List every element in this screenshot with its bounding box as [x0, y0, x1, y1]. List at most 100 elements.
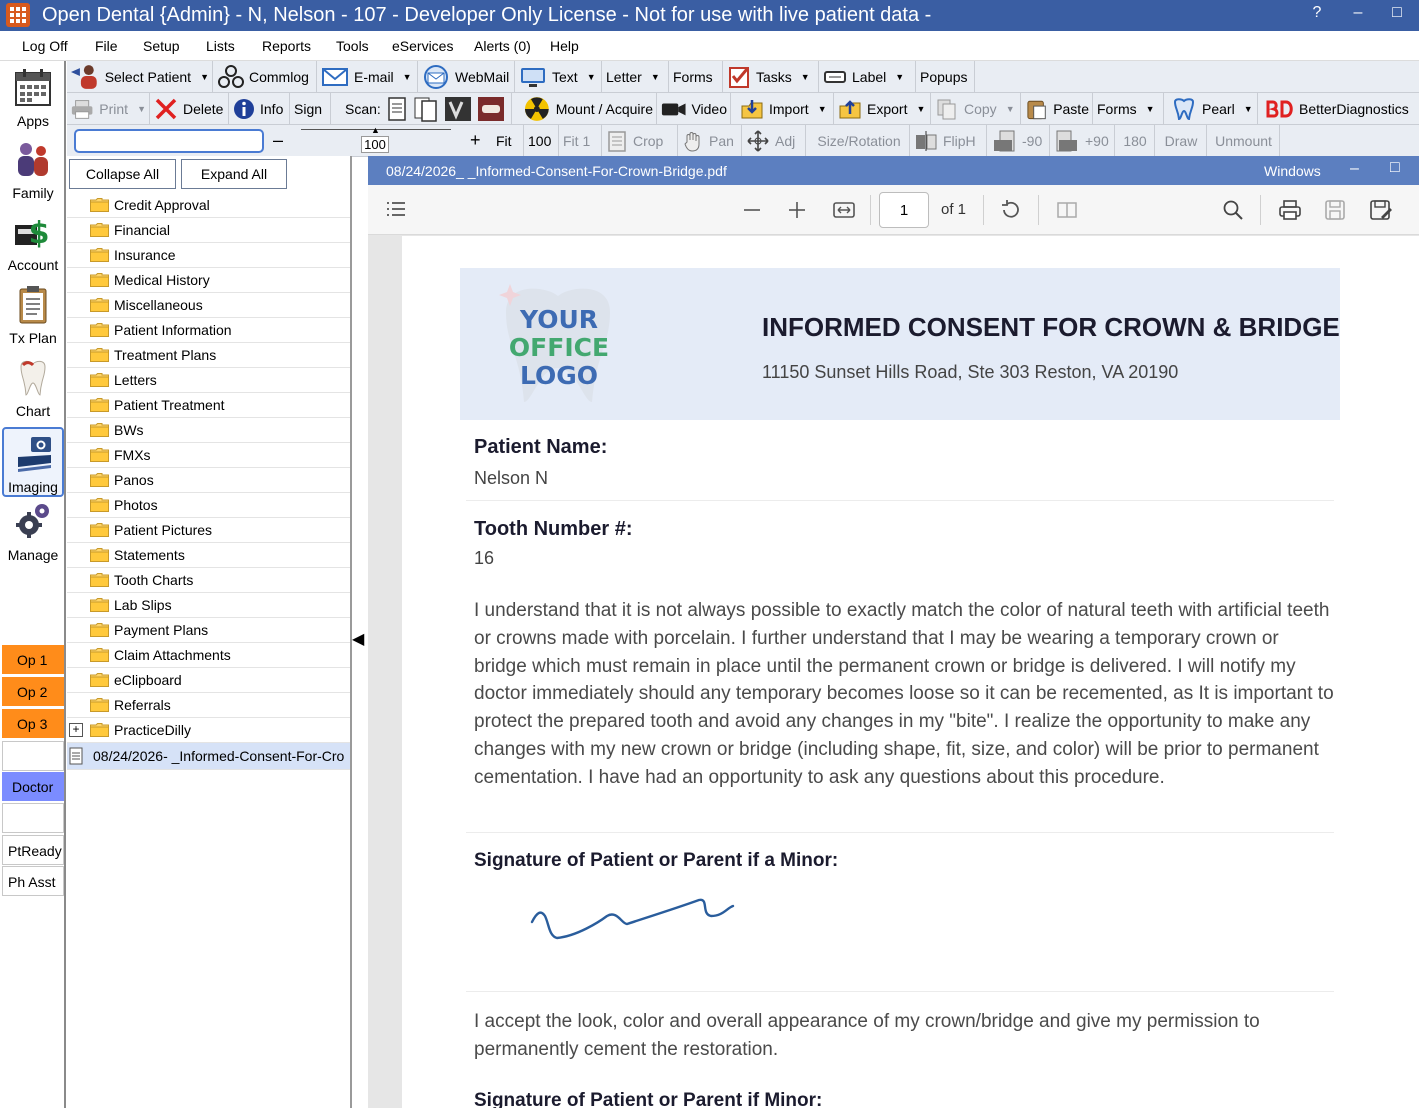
- mount-acquire-button[interactable]: Mount / Acquire: [520, 93, 657, 124]
- slider-thumb-icon[interactable]: ▲: [371, 125, 381, 135]
- folder-item[interactable]: FMXs: [67, 443, 350, 468]
- op-2-button[interactable]: Op 2: [2, 677, 64, 707]
- draw-button[interactable]: Draw: [1156, 125, 1207, 156]
- adjust-button[interactable]: Adj: [743, 125, 806, 156]
- zoom-100-button[interactable]: 100: [525, 125, 559, 156]
- folder-item[interactable]: Lab Slips: [67, 593, 350, 618]
- folder-item[interactable]: Credit Approval: [67, 193, 350, 218]
- menu-log-off[interactable]: Log Off: [22, 38, 68, 54]
- dropdown-arrow-icon[interactable]: ▼: [1244, 104, 1253, 114]
- folder-item[interactable]: BWs: [67, 418, 350, 443]
- paste-button[interactable]: Paste: [1022, 93, 1093, 124]
- pearl-button[interactable]: Pearl ▼: [1168, 93, 1258, 124]
- windows-label[interactable]: Windows: [1264, 163, 1321, 179]
- copy-button[interactable]: Copy ▼: [932, 93, 1021, 124]
- folder-item[interactable]: eClipboard: [67, 668, 350, 693]
- flip-horizontal-button[interactable]: FlipH: [911, 125, 987, 156]
- save-icon[interactable]: [1324, 199, 1346, 221]
- op-blank-button[interactable]: [2, 741, 64, 771]
- menu-help[interactable]: Help: [550, 38, 579, 54]
- dropdown-arrow-icon[interactable]: ▼: [137, 104, 146, 114]
- folder-item[interactable]: Claim Attachments: [67, 643, 350, 668]
- forms-dropdown-button[interactable]: Forms ▼: [1094, 93, 1164, 124]
- folder-item[interactable]: Patient Pictures: [67, 518, 350, 543]
- module-account[interactable]: $ Account: [2, 207, 64, 277]
- fit-width-icon[interactable]: [832, 200, 856, 220]
- letter-button[interactable]: Letter ▼: [603, 61, 669, 92]
- op-1-button[interactable]: Op 1: [2, 645, 64, 675]
- dropdown-arrow-icon[interactable]: ▼: [587, 72, 596, 82]
- unmount-button[interactable]: Unmount: [1208, 125, 1280, 156]
- scan-xray-icon[interactable]: [444, 96, 472, 122]
- module-chart[interactable]: Chart: [2, 353, 64, 423]
- video-button[interactable]: Video: [658, 93, 731, 124]
- menu-file[interactable]: File: [95, 38, 118, 54]
- select-patient-button[interactable]: Select Patient ▼: [67, 61, 213, 92]
- scan-photo-icon[interactable]: [477, 96, 505, 122]
- doctor-button[interactable]: Doctor: [2, 772, 64, 802]
- dropdown-arrow-icon[interactable]: ▼: [818, 104, 827, 114]
- folder-item[interactable]: Insurance: [67, 243, 350, 268]
- fit-one-button[interactable]: Fit 1: [560, 125, 602, 156]
- expand-all-button[interactable]: Expand All: [181, 159, 287, 189]
- folder-item[interactable]: Photos: [67, 493, 350, 518]
- zoom-slider[interactable]: ▲ 100: [295, 125, 465, 156]
- two-page-icon[interactable]: [1056, 200, 1078, 220]
- scan-document-icon[interactable]: [386, 96, 408, 122]
- viewer-minimize-button[interactable]: –: [1350, 160, 1359, 178]
- maximize-button[interactable]: □: [1377, 4, 1417, 22]
- collapse-panel-arrow-icon[interactable]: ◀: [352, 629, 364, 649]
- pan-button[interactable]: Pan: [679, 125, 742, 156]
- ptready-button[interactable]: PtReady: [2, 835, 64, 865]
- dropdown-arrow-icon[interactable]: ▼: [916, 104, 925, 114]
- folder-item[interactable]: Panos: [67, 468, 350, 493]
- module-manage[interactable]: Manage: [2, 497, 64, 567]
- export-button[interactable]: Export ▼: [835, 93, 931, 124]
- menu-alerts[interactable]: Alerts (0): [474, 38, 531, 54]
- rotate-right-button[interactable]: +90: [1051, 125, 1115, 156]
- sign-button[interactable]: Sign: [291, 93, 331, 124]
- delete-button[interactable]: Delete: [151, 93, 229, 124]
- dropdown-arrow-icon[interactable]: ▼: [1146, 104, 1155, 114]
- print-icon[interactable]: [1278, 199, 1302, 221]
- dropdown-arrow-icon[interactable]: ▼: [801, 72, 810, 82]
- forms-button[interactable]: Forms: [670, 61, 723, 92]
- rotate-180-button[interactable]: 180: [1116, 125, 1155, 156]
- size-rotation-button[interactable]: Size/Rotation: [809, 125, 910, 156]
- label-button[interactable]: Label ▼: [820, 61, 916, 92]
- email-button[interactable]: E-mail ▼: [318, 61, 418, 92]
- rotate-icon[interactable]: [1000, 199, 1022, 221]
- outline-list-icon[interactable]: [386, 201, 406, 217]
- folder-item[interactable]: Referrals: [67, 693, 350, 718]
- search-input[interactable]: [74, 128, 264, 153]
- app-grid-icon[interactable]: [6, 3, 30, 27]
- module-family[interactable]: Family: [2, 135, 64, 205]
- folder-item[interactable]: + PracticeDilly: [67, 718, 350, 743]
- op-blank-button[interactable]: [2, 803, 64, 833]
- folder-item[interactable]: Treatment Plans: [67, 343, 350, 368]
- popups-button[interactable]: Popups: [917, 61, 975, 92]
- minimize-button[interactable]: –: [1338, 4, 1378, 22]
- module-apps[interactable]: Apps: [2, 63, 64, 133]
- module-tx-plan[interactable]: Tx Plan: [2, 280, 64, 350]
- save-as-icon[interactable]: [1369, 199, 1393, 221]
- menu-setup[interactable]: Setup: [143, 38, 180, 54]
- expand-toggle[interactable]: +: [69, 723, 83, 737]
- folder-item[interactable]: Payment Plans: [67, 618, 350, 643]
- folder-item[interactable]: Patient Information: [67, 318, 350, 343]
- help-button[interactable]: ?: [1297, 4, 1337, 22]
- dropdown-arrow-icon[interactable]: ▼: [200, 72, 209, 82]
- folder-item[interactable]: Patient Treatment: [67, 393, 350, 418]
- page-number-input[interactable]: 1: [879, 192, 929, 228]
- crop-button[interactable]: Crop: [603, 125, 678, 156]
- commlog-button[interactable]: Commlog: [215, 61, 317, 92]
- zoom-in-icon[interactable]: [788, 201, 806, 219]
- folder-item[interactable]: Letters: [67, 368, 350, 393]
- rotate-left-button[interactable]: -90: [988, 125, 1050, 156]
- folder-item[interactable]: Tooth Charts: [67, 568, 350, 593]
- document-item[interactable]: 08/24/2026- _Informed-Consent-For-Cro: [67, 743, 350, 770]
- folder-item[interactable]: Medical History: [67, 268, 350, 293]
- dropdown-arrow-icon[interactable]: ▼: [895, 72, 904, 82]
- tasks-button[interactable]: Tasks ▼: [724, 61, 819, 92]
- menu-eservices[interactable]: eServices: [392, 38, 453, 54]
